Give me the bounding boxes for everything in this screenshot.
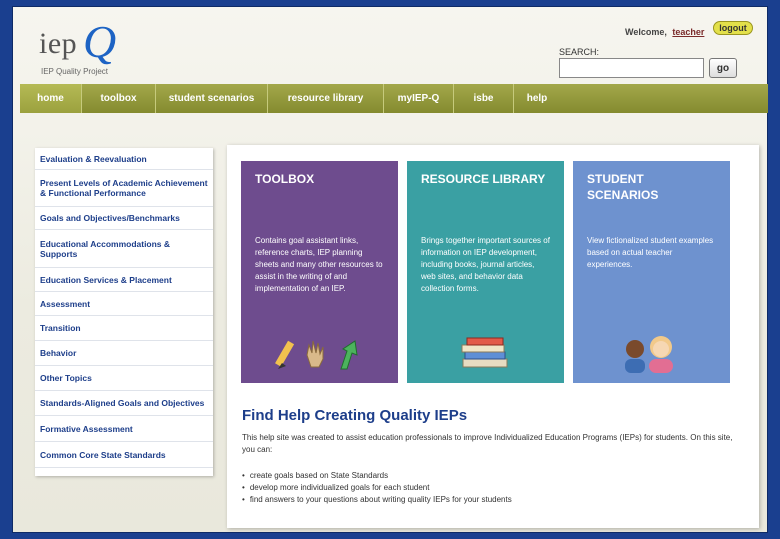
- search-label: SEARCH:: [559, 47, 600, 57]
- nav-help[interactable]: help: [514, 84, 560, 113]
- logo-text: iep: [39, 27, 78, 60]
- nav-home[interactable]: home: [20, 84, 82, 113]
- main-content: TOOLBOX Contains goal assistant links, r…: [227, 145, 759, 528]
- logo-subtitle: IEP Quality Project: [41, 67, 108, 76]
- tile-title: STUDENT SCENARIOS: [587, 172, 659, 202]
- sidebar-item-present-levels[interactable]: Present Levels of Academic Achievement &…: [35, 170, 213, 207]
- arrow-icon: [340, 340, 358, 370]
- username-link[interactable]: teacher: [672, 27, 704, 37]
- help-bullet: develop more individualized goals for ea…: [242, 482, 512, 494]
- sidebar-item-transition[interactable]: Transition: [35, 316, 213, 341]
- pencil-icon: [275, 340, 295, 369]
- sidebar-item-accommodations[interactable]: Educational Accommodations & Supports: [35, 230, 213, 268]
- books-icon: [407, 333, 564, 375]
- tile-text: View fictionalized student examples base…: [587, 236, 714, 269]
- nav-toolbox[interactable]: toolbox: [82, 84, 156, 113]
- site-logo[interactable]: iep Q IEP Quality Project: [39, 16, 169, 81]
- sidebar-item-standards-aligned[interactable]: Standards-Aligned Goals and Objectives: [35, 391, 213, 416]
- help-bullet: create goals based on State Standards: [242, 470, 512, 482]
- student-boy-icon: [625, 340, 645, 373]
- nav-resource-library[interactable]: resource library: [268, 84, 384, 113]
- students-icon: [573, 333, 730, 375]
- sidebar-item-behavior[interactable]: Behavior: [35, 341, 213, 366]
- help-title: Find Help Creating Quality IEPs: [242, 407, 468, 424]
- welcome-text: Welcome, teacher: [625, 27, 704, 37]
- search-input[interactable]: [559, 58, 704, 78]
- help-bullet: find answers to your questions about wri…: [242, 494, 512, 506]
- tile-title: RESOURCE LIBRARY: [421, 172, 546, 186]
- logout-button[interactable]: logout: [713, 21, 753, 35]
- sidebar-menu: Evaluation & Reevaluation Present Levels…: [35, 148, 213, 476]
- sidebar-item-formative-assessment[interactable]: Formative Assessment: [35, 416, 213, 442]
- tile-text: Contains goal assistant links, reference…: [255, 236, 383, 293]
- logo-q-mark: Q: [83, 16, 117, 67]
- toolbox-icons: [241, 333, 398, 375]
- nav-myiep-q[interactable]: myIEP-Q: [384, 84, 454, 113]
- sidebar-item-services-placement[interactable]: Education Services & Placement: [35, 268, 213, 292]
- student-scenarios-tile[interactable]: STUDENT SCENARIOS View fictionalized stu…: [573, 161, 730, 383]
- tile-text: Brings together important sources of inf…: [421, 236, 550, 293]
- main-nav: home toolbox student scenarios resource …: [20, 84, 768, 113]
- toolbox-tile[interactable]: TOOLBOX Contains goal assistant links, r…: [241, 161, 398, 383]
- help-body: This help site was created to assist edu…: [242, 433, 733, 454]
- tile-title: TOOLBOX: [255, 172, 315, 186]
- sidebar-item-other-topics[interactable]: Other Topics: [35, 366, 213, 391]
- nav-student-scenarios[interactable]: student scenarios: [156, 84, 268, 113]
- student-girl-icon: [649, 336, 673, 373]
- sidebar-item-evaluation[interactable]: Evaluation & Reevaluation: [35, 148, 213, 170]
- help-bullet-list: create goals based on State Standards de…: [242, 470, 512, 506]
- sidebar-item-assessment[interactable]: Assessment: [35, 292, 213, 316]
- search-go-button[interactable]: go: [709, 58, 737, 78]
- resource-library-tile[interactable]: RESOURCE LIBRARY Brings together importa…: [407, 161, 564, 383]
- sidebar-item-goals-objectives[interactable]: Goals and Objectives/Benchmarks: [35, 207, 213, 230]
- welcome-prefix: Welcome,: [625, 27, 667, 37]
- nav-isbe[interactable]: isbe: [454, 84, 514, 113]
- hand-icon: [306, 340, 324, 368]
- sidebar-item-common-core[interactable]: Common Core State Standards: [35, 442, 213, 468]
